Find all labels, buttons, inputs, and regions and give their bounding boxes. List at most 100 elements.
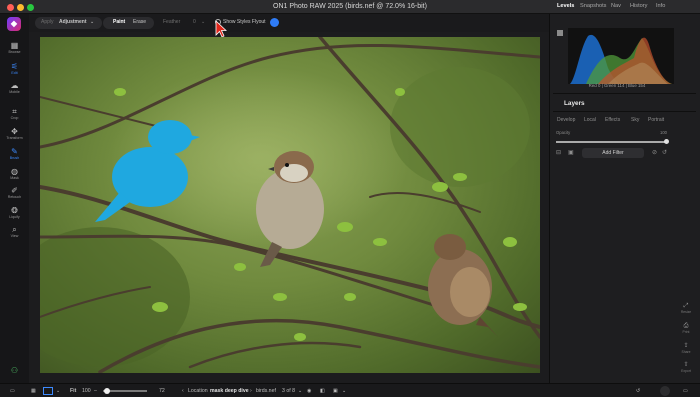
resize-label: Resize xyxy=(680,310,692,314)
tab-nav[interactable]: Nav xyxy=(611,3,621,9)
show-styles-label: Show Styles Flyout xyxy=(223,19,266,25)
print-button[interactable]: ⎙ Print xyxy=(676,323,696,334)
mask-thumbnail-icon[interactable]: ▣ xyxy=(568,149,574,156)
tool-view[interactable]: ⌕ View xyxy=(0,225,29,239)
undo-icon[interactable]: ↺ xyxy=(662,149,667,156)
styles-flyout-icon[interactable] xyxy=(270,18,279,27)
chevron-down-icon: ⌄ xyxy=(201,19,206,25)
brush-icon: ✎ xyxy=(11,147,18,156)
browse-icon: ▦ xyxy=(10,41,19,50)
tab-history[interactable]: History xyxy=(630,3,647,9)
grid-view-icon[interactable]: ▦ xyxy=(31,388,36,394)
location-value[interactable]: mask deep dive xyxy=(210,388,249,394)
image-count: 3 of 8 xyxy=(282,387,295,394)
tab-develop[interactable]: Develop xyxy=(557,117,575,123)
tab-sky[interactable]: Sky xyxy=(631,117,639,123)
chevron-down-icon[interactable]: ⌄ xyxy=(56,388,60,394)
zoom-out-icon[interactable]: – xyxy=(94,388,97,394)
tool-label: Mobile xyxy=(9,90,20,94)
bird-photo xyxy=(40,37,540,373)
apply-value: Adjustment xyxy=(59,19,87,25)
shadow-clipping-icon[interactable] xyxy=(557,30,563,36)
tool-label: Brush xyxy=(9,156,20,160)
location-label: Location xyxy=(188,387,208,394)
mouse-cursor-icon xyxy=(215,20,228,38)
tool-label: Browse xyxy=(8,50,21,54)
chevron-left-icon[interactable]: ‹ xyxy=(182,388,184,394)
tab-local[interactable]: Local xyxy=(584,117,596,123)
tab-portrait[interactable]: Portrait xyxy=(648,117,664,123)
print-label: Print xyxy=(682,330,690,334)
single-view-icon[interactable] xyxy=(43,387,53,395)
bottom-bar: ▭ ▦ ⌄ Fit 100 – 72 ‹ Location mask deep … xyxy=(0,383,700,397)
tool-crop[interactable]: ⌗ Crop xyxy=(0,107,29,121)
tool-liquify[interactable]: ❂ Liquify xyxy=(0,206,29,220)
zoom-level[interactable]: 100 xyxy=(82,388,91,394)
resize-button[interactable]: ⤢ Resize xyxy=(676,303,696,314)
mask-icon: ◍ xyxy=(11,167,18,176)
tab-snapshots[interactable]: Snapshots xyxy=(580,3,606,9)
print-icon: ⎙ xyxy=(683,323,689,329)
overlay-icon[interactable]: ▣ xyxy=(333,388,338,394)
app-logo-icon: ◆ xyxy=(7,17,21,31)
paint-button[interactable]: Paint xyxy=(113,19,125,25)
transform-icon: ✥ xyxy=(11,127,18,136)
erase-button[interactable]: Erase xyxy=(133,19,146,25)
people-icon: ⚇ xyxy=(10,366,19,375)
divider xyxy=(553,111,696,112)
tool-mask[interactable]: ◍ Mask xyxy=(0,167,29,181)
export-button[interactable]: ⇧ Export xyxy=(676,362,696,373)
done-button[interactable] xyxy=(660,386,670,396)
tool-edit[interactable]: ⚟ Edit xyxy=(0,62,29,76)
add-filter-button[interactable]: Add Filter xyxy=(582,148,644,158)
tool-label: Edit xyxy=(11,71,18,75)
tab-effects[interactable]: Effects xyxy=(605,117,620,123)
preview-eye-icon[interactable]: ◉ xyxy=(307,388,312,394)
layers-title: Layers xyxy=(564,100,585,107)
tool-browse[interactable]: ▦ Browse xyxy=(0,41,29,55)
liquify-icon: ❂ xyxy=(11,206,18,215)
chevron-down-icon[interactable]: ⌄ xyxy=(342,388,346,394)
share-button[interactable]: ⇪ Share xyxy=(676,343,696,354)
tab-info[interactable]: Info xyxy=(656,3,665,9)
compare-icon[interactable]: ◧ xyxy=(320,388,325,394)
fit-button[interactable]: Fit xyxy=(70,388,76,394)
crop-icon: ⌗ xyxy=(12,107,17,116)
settings-icon[interactable]: ⚇ xyxy=(0,366,29,375)
tool-label: Crop xyxy=(10,116,19,120)
opacity-label: Opacity xyxy=(556,130,571,135)
tab-levels[interactable]: Levels xyxy=(557,3,574,9)
share-label: Share xyxy=(681,350,691,354)
tool-transform[interactable]: ✥ Transform xyxy=(0,127,29,141)
filename: birds.nef xyxy=(256,387,276,394)
retouch-icon: ✐ xyxy=(11,186,18,195)
zoom-slider-handle[interactable] xyxy=(104,388,110,394)
tool-mobile[interactable]: ☁ Mobile xyxy=(0,81,29,95)
photo-canvas[interactable] xyxy=(40,37,540,373)
tool-options-bar: Apply Adjustment ⌄ Paint Erase Feather 0… xyxy=(29,14,549,32)
zoom-readout[interactable]: 72 xyxy=(159,388,165,394)
apply-label: Apply xyxy=(41,19,54,25)
toggle-right-panel-icon[interactable]: ▭ xyxy=(683,388,688,394)
paint-erase-toggle[interactable] xyxy=(103,17,154,29)
opacity-value[interactable]: 100 xyxy=(660,130,667,135)
reset-all-icon[interactable]: ↺ xyxy=(636,388,640,394)
view-icon: ⌕ xyxy=(12,225,17,234)
tool-label: Retouch xyxy=(7,195,22,199)
feather-value[interactable]: 0 xyxy=(193,19,196,25)
histogram xyxy=(568,28,674,84)
export-icon: ⇧ xyxy=(683,362,689,368)
chevron-down-icon: ⌄ xyxy=(90,19,95,25)
tool-brush[interactable]: ✎ Brush xyxy=(0,147,29,161)
tool-label: View xyxy=(10,234,19,238)
toggle-panel-icon[interactable]: ▭ xyxy=(10,388,15,394)
chevron-right-icon[interactable]: › xyxy=(250,388,252,394)
resize-icon: ⤢ xyxy=(683,303,689,309)
edit-icon: ⚟ xyxy=(10,62,19,71)
layer-visibility-icon[interactable]: ⊟ xyxy=(556,149,561,156)
opacity-slider-handle[interactable] xyxy=(664,139,669,144)
reset-icon[interactable]: ⊘ xyxy=(652,149,657,156)
tool-retouch[interactable]: ✐ Retouch xyxy=(0,186,29,200)
chevron-down-icon[interactable]: ⌄ xyxy=(298,388,302,394)
opacity-slider[interactable] xyxy=(556,141,667,143)
